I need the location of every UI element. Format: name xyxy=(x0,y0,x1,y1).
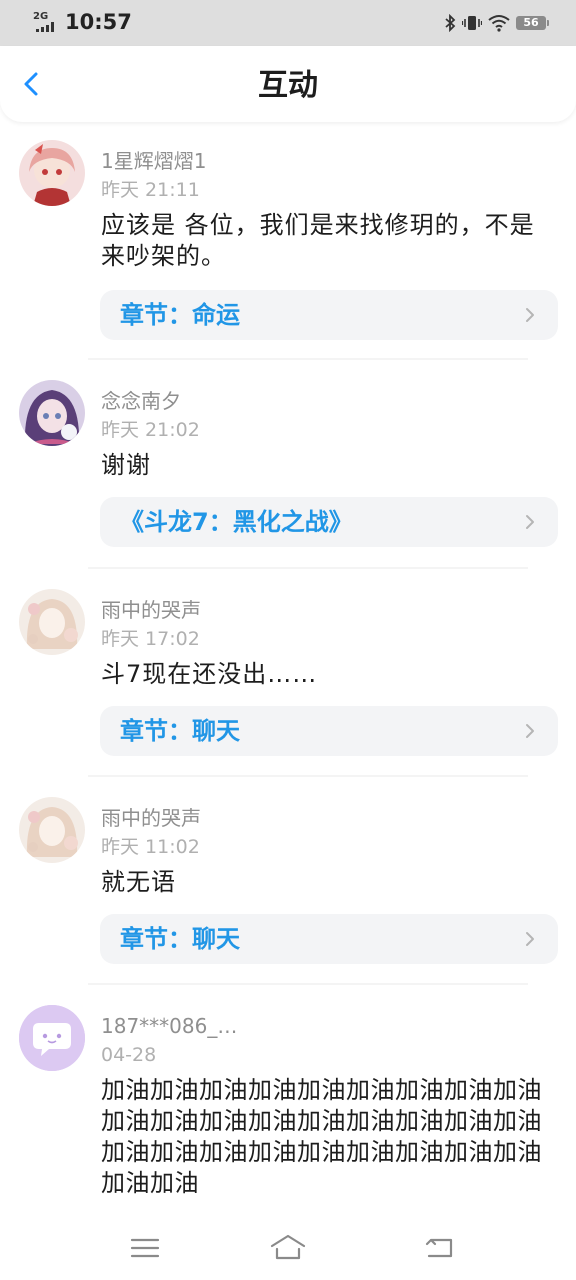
battery-icon: 56 xyxy=(516,16,549,30)
list-item[interactable]: 187***086_… 04-28 加油加油加油加油加油加油加油加油加油加油加油… xyxy=(0,985,576,1225)
comment-text: 谢谢 xyxy=(101,451,151,479)
chapter-link[interactable]: 章节：聊天 xyxy=(100,706,558,756)
chevron-right-icon xyxy=(526,724,534,738)
avatar[interactable] xyxy=(19,797,85,863)
avatar[interactable] xyxy=(19,140,85,206)
anime-girl-red-avatar-icon xyxy=(19,140,85,206)
avatar[interactable] xyxy=(19,380,85,446)
timestamp: 昨天 21:11 xyxy=(101,179,200,201)
wifi-icon xyxy=(488,15,510,32)
username[interactable]: 187***086_… xyxy=(101,1013,237,1039)
chevron-right-icon xyxy=(526,308,534,322)
network-type: 2G xyxy=(33,11,49,22)
chapter-link[interactable]: 章节：聊天 xyxy=(100,914,558,964)
list-item[interactable]: 念念南夕 昨天 21:02 谢谢 《斗龙7：黑化之战》 xyxy=(0,360,576,569)
home-icon[interactable] xyxy=(268,1232,308,1264)
menu-icon[interactable] xyxy=(127,1232,163,1264)
system-nav-bar xyxy=(0,1222,576,1280)
username[interactable]: 雨中的哭声 xyxy=(101,597,201,623)
avatar[interactable] xyxy=(19,589,85,655)
chevron-right-icon xyxy=(526,515,534,529)
clock: 10:57 xyxy=(65,10,132,34)
chapter-link-label: 章节：聊天 xyxy=(120,717,240,745)
status-icons: 56 xyxy=(444,12,549,34)
status-bar: 2G 10:57 56 xyxy=(0,0,576,46)
timestamp: 昨天 21:02 xyxy=(101,419,200,441)
chapter-link[interactable]: 章节：命运 xyxy=(100,290,558,340)
comment-text: 加油加油加油加油加油加油加油加油加油加油加油加油加油加油加油加油加油加油加油加油… xyxy=(101,1076,542,1197)
username[interactable]: 雨中的哭声 xyxy=(101,805,201,831)
anime-girl-pastel-avatar-icon xyxy=(19,589,85,655)
back-icon[interactable] xyxy=(422,1232,458,1264)
comment-text: 就无语 xyxy=(101,868,176,896)
header-bar: 互动 xyxy=(0,46,576,122)
comment-text: 应该是 各位，我们是来找修玥的，不是来吵架的。 xyxy=(101,211,535,270)
username[interactable]: 念念南夕 xyxy=(101,388,181,414)
book-link[interactable]: 《斗龙7：黑化之战》 xyxy=(100,497,558,547)
book-link-label: 《斗龙7：黑化之战》 xyxy=(120,508,353,536)
timestamp: 昨天 11:02 xyxy=(101,836,200,858)
anime-girl-pastel-avatar-icon xyxy=(19,797,85,863)
chat-bubble-avatar-icon xyxy=(19,1005,85,1071)
username[interactable]: 1星辉熠熠1 xyxy=(101,148,206,174)
avatar[interactable] xyxy=(19,1005,85,1071)
bluetooth-icon xyxy=(445,14,456,32)
vibrate-icon xyxy=(462,16,482,30)
chapter-link-label: 章节：命运 xyxy=(120,301,240,329)
page-title: 互动 xyxy=(258,68,318,103)
comment-text: 斗7现在还没出…… xyxy=(101,660,318,688)
list-item[interactable]: 1星辉熠熠1 昨天 21:11 应该是 各位，我们是来找修玥的，不是来吵架的。 … xyxy=(0,128,576,360)
timestamp: 04-28 xyxy=(101,1044,157,1066)
anime-girl-purple-avatar-icon xyxy=(19,380,85,446)
list-item[interactable]: 雨中的哭声 昨天 11:02 就无语 章节：聊天 xyxy=(0,777,576,985)
signal-icon xyxy=(36,22,54,32)
chapter-link-label: 章节：聊天 xyxy=(120,925,240,953)
list-item[interactable]: 雨中的哭声 昨天 17:02 斗7现在还没出…… 章节：聊天 xyxy=(0,569,576,777)
timestamp: 昨天 17:02 xyxy=(101,628,200,650)
chevron-right-icon xyxy=(526,932,534,946)
